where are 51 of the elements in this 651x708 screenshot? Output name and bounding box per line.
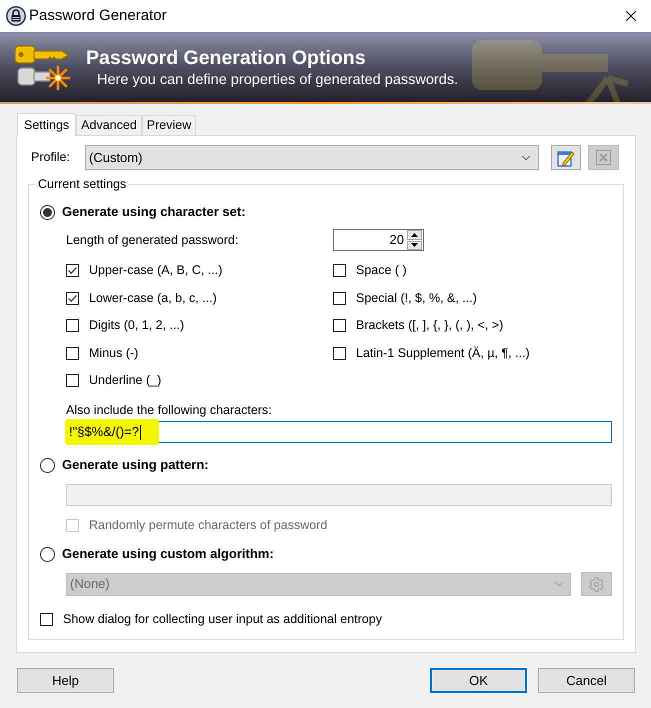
dialog-button[interactable]: Cancel [538,668,635,693]
delete-icon [596,150,611,165]
checkbox-label[interactable]: Upper-case (A, B, C, ...) [89,261,222,280]
dialog-button[interactable]: Help [17,668,114,693]
length-spin-box[interactable]: 20 [333,229,424,251]
checkbox-label[interactable]: Show dialog for collecting user input as additional entropy [63,610,382,628]
checkbox[interactable] [333,346,346,360]
radio-button[interactable] [40,458,55,472]
profile-label: Profile: [30,149,71,166]
checkbox[interactable] [66,319,79,332]
up-arrow-icon [411,232,418,237]
length-label: Length of generated password: [66,232,240,249]
notepad-pencil-icon [557,148,575,166]
tab[interactable]: Settings [17,113,76,136]
checkbox-label[interactable]: Space ( ) [356,261,407,280]
spin-down-button[interactable] [407,240,422,250]
checkbox[interactable] [40,612,53,626]
tab[interactable]: Advanced [76,115,142,135]
spin-up-button[interactable] [407,230,422,240]
checkbox-label[interactable]: Brackets ([, ], {, }, (, ), <, >) [356,316,504,336]
group-title: Current settings [37,177,128,191]
radio-label[interactable]: Generate using pattern: [62,455,209,475]
banner-subtitle: Here you can define properties of generated passwords. [97,71,458,90]
profile-dropdown[interactable]: (Custom) [85,145,539,170]
down-arrow-icon [411,243,418,248]
checkbox-label[interactable]: Digits (0, 1, 2, ...) [89,316,184,336]
tab[interactable]: Preview [142,115,196,135]
checkbox-label[interactable]: Underline (_) [89,371,162,390]
window-title: Password Generator [29,6,167,26]
extra-characters-label: Also include the following characters: [66,402,272,419]
keys-icon [14,45,71,91]
checkbox[interactable] [66,292,79,305]
checkbox[interactable] [333,319,346,332]
checkbox[interactable] [333,264,346,278]
banner-title: Password Generation Options [86,46,367,70]
checkbox[interactable] [66,264,79,278]
checkbox-label[interactable]: Lower-case (a, b, c, ...) [89,288,217,308]
radio-button[interactable] [40,204,55,220]
text-cursor-icon [140,424,142,440]
checkbox-label[interactable]: Special (!, $, %, &, ...) [356,288,477,308]
gear-icon [588,576,605,592]
checkbox[interactable] [66,346,79,360]
checkbox-label[interactable]: Minus (-) [89,344,138,363]
checkbox[interactable] [66,374,79,388]
dialog-button[interactable]: OK [430,668,527,693]
checkbox[interactable] [333,292,346,305]
padlock-icon [6,6,26,26]
checkbox-label[interactable]: Latin-1 Supplement (Ä, µ, ¶, ...) [356,344,530,363]
radio-label[interactable]: Generate using character set: [62,202,246,222]
edit-profile-button[interactable] [551,145,581,170]
extra-characters-field[interactable]: !"§$%&/()=? [66,421,612,443]
